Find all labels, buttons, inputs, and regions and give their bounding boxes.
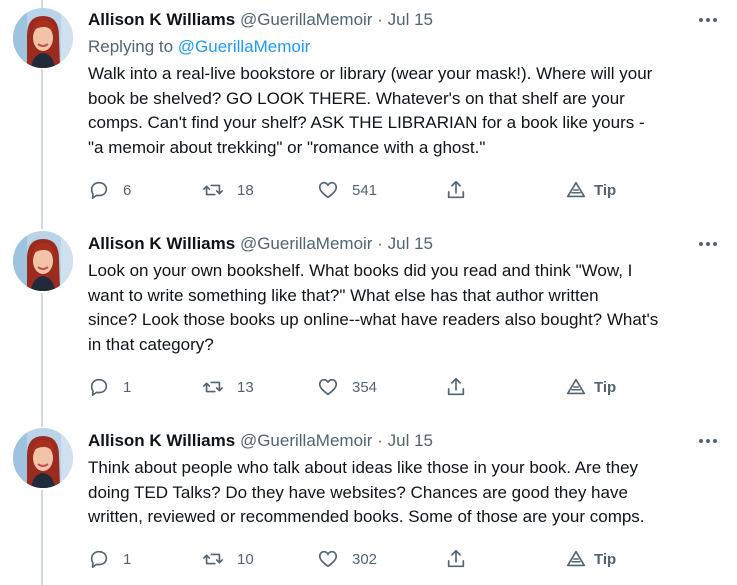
mention-link[interactable]: @GuerillaMemoir [178,37,311,56]
reply-button[interactable]: 6 [88,178,131,202]
reply-button[interactable]: 1 [88,547,131,571]
replying-prefix: Replying to [88,37,174,56]
tweet-text: Walk into a real-live bookstore or libra… [88,62,718,160]
tweet-actions: 6 18 541 Tip [88,178,648,202]
author-handle[interactable]: @GuerillaMemoir [240,10,373,29]
share-button[interactable] [445,178,467,202]
tweet-text-line: in that category? [88,334,214,354]
avatar[interactable] [13,8,73,68]
tweet[interactable]: Allison K Williams @GuerillaMemoir · Jul… [0,0,737,215]
tweet-text-line: "a memoir about trekking" or "romance wi… [88,137,486,157]
tweet-text-line: Walk into a real-live bookstore or libra… [88,64,653,83]
tip-icon [566,181,586,198]
tweet-text: Look on your own bookshelf. What books d… [88,259,718,357]
separator-dot: · [377,234,383,253]
author-handle[interactable]: @GuerillaMemoir [240,234,373,253]
like-button[interactable]: 354 [317,375,377,399]
avatar[interactable] [13,231,73,291]
reply-button[interactable]: 1 [88,375,131,399]
more-options-icon[interactable] [697,233,719,255]
retweet-icon [203,553,223,565]
tweet-text-line: comps. Can't find your shelf? ASK THE LI… [88,113,645,133]
reply-icon [90,181,108,200]
reply-count: 1 [123,550,132,568]
like-button[interactable]: 302 [317,547,377,571]
tweet[interactable]: Allison K Williams @GuerillaMemoir · Jul… [0,412,737,585]
tip-label: Tip [594,550,617,568]
author-name[interactable]: Allison K Williams [88,431,235,450]
more-options-icon[interactable] [697,9,719,31]
retweet-button[interactable]: 13 [202,375,254,399]
tweet-text-line: Look on your own bookshelf. What books d… [88,261,633,280]
avatar[interactable] [13,428,73,488]
replying-to: Replying to @GuerillaMemoir [88,36,310,58]
share-icon [447,377,465,396]
tip-button[interactable]: Tip [565,375,616,399]
author-name[interactable]: Allison K Williams [88,234,235,253]
tip-icon [566,550,586,567]
more-options-icon[interactable] [697,430,719,452]
tweet-text: Think about people who talk about ideas … [88,456,718,530]
tweet-date[interactable]: Jul 15 [388,234,433,253]
tweet-header: Allison K Williams @GuerillaMemoir · Jul… [88,233,717,255]
reply-icon [90,550,108,569]
tweet-actions: 1 10 302 Tip [88,547,648,571]
tip-button[interactable]: Tip [565,547,616,571]
like-button[interactable]: 541 [317,178,377,202]
share-icon [447,180,465,199]
tweet-text-line: Think about people who talk about ideas … [88,458,639,477]
tweet-header: Allison K Williams @GuerillaMemoir · Jul… [88,9,717,31]
retweet-icon [203,184,223,196]
tweet-actions: 1 13 354 Tip [88,375,648,399]
heart-icon [318,550,338,568]
reply-count: 6 [123,181,132,199]
like-count: 541 [352,181,378,199]
tip-label: Tip [594,181,617,199]
retweet-count: 13 [237,378,254,396]
like-count: 354 [352,378,378,396]
tweet-text-line: written, reviewed or recommended books. … [88,507,645,527]
tweet[interactable]: Allison K Williams @GuerillaMemoir · Jul… [0,215,737,412]
reply-icon [90,378,108,397]
reply-count: 1 [123,378,132,396]
tweet-text-line: book be shelved? GO LOOK THERE. Whatever… [88,88,625,108]
like-count: 302 [352,550,378,568]
separator-dot: · [377,431,383,450]
tweet-date[interactable]: Jul 15 [388,431,433,450]
tip-label: Tip [594,378,617,396]
tweet-date[interactable]: Jul 15 [388,10,433,29]
tip-button[interactable]: Tip [565,178,616,202]
author-handle[interactable]: @GuerillaMemoir [240,431,373,450]
share-button[interactable] [445,375,467,399]
separator-dot: · [377,10,383,29]
heart-icon [318,181,338,199]
tweet-text-line: doing TED Talks? Do they have websites? … [88,482,628,502]
share-button[interactable] [445,547,467,571]
retweet-count: 18 [237,181,254,199]
retweet-button[interactable]: 18 [202,178,254,202]
heart-icon [318,378,338,396]
tip-icon [566,378,586,395]
author-name[interactable]: Allison K Williams [88,10,235,29]
tweet-header: Allison K Williams @GuerillaMemoir · Jul… [88,430,717,452]
share-icon [447,549,465,568]
tweet-text-line: since? Look those books up online--what … [88,310,659,330]
retweet-count: 10 [237,550,254,568]
retweet-icon [203,381,223,393]
tweet-text-line: want to write something like that?" What… [88,285,599,305]
retweet-button[interactable]: 10 [202,547,254,571]
